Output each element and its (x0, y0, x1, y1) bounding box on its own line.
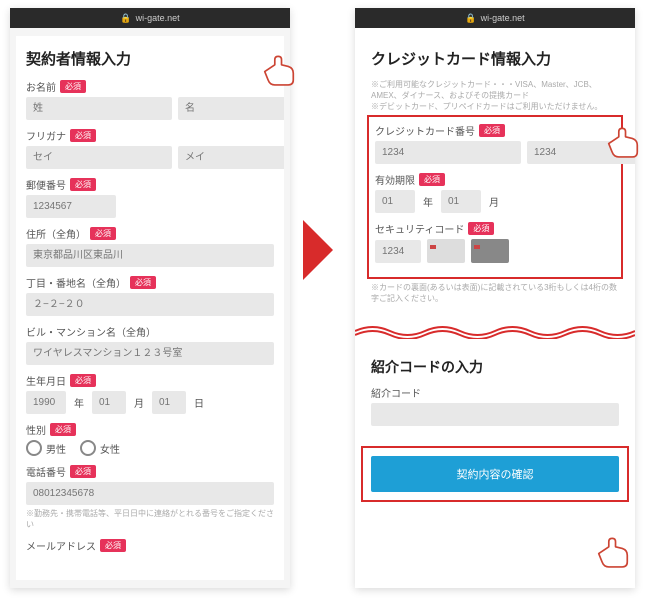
field-name: お名前必須 (26, 79, 274, 120)
referral-input[interactable] (371, 403, 619, 426)
field-dob: 生年月日必須 年 月 日 (26, 373, 274, 414)
kana-givenname-input[interactable] (178, 146, 284, 169)
field-addr2: 丁目・番地名（全角）必須 (26, 275, 274, 316)
surname-input[interactable] (26, 97, 172, 120)
cc-title: クレジットカード情報入力 (371, 48, 619, 69)
card-back-icon (471, 239, 509, 263)
content-break (355, 323, 635, 339)
sex-male-radio[interactable]: 男性 (26, 440, 66, 456)
lock-icon: 🔒 (120, 13, 131, 24)
arrow-icon (303, 220, 333, 280)
tel-note: ※勤務先・携帯電話等、平日日中に連絡がとれる番号をご指定ください (26, 508, 274, 530)
confirm-button[interactable]: 契約内容の確認 (371, 456, 619, 492)
confirm-highlight-box: 契約内容の確認 (361, 446, 629, 502)
tel-input[interactable] (26, 482, 274, 505)
addr2-input[interactable] (26, 293, 274, 316)
required-badge: 必須 (60, 80, 86, 93)
ccnum-1-input[interactable] (375, 141, 521, 164)
lock-icon: 🔒 (465, 13, 476, 24)
field-exp: 有効期限必須 年 月 (375, 172, 615, 213)
field-ccnum: クレジットカード番号必須 (375, 123, 615, 164)
url-text: wi-gate.net (481, 13, 525, 23)
card-front-icon (427, 239, 465, 263)
form-content: クレジットカード情報入力 ※ご利用可能なクレジットカード・・・VISA、Mast… (355, 28, 635, 588)
field-bldg: ビル・マンション名（全角） (26, 324, 274, 365)
field-mail: メールアドレス必須 (26, 538, 274, 553)
dob-day-input[interactable] (152, 391, 186, 414)
field-sex: 性別必須 男性 女性 (26, 422, 274, 456)
page-title: 契約者情報入力 (26, 48, 274, 69)
dob-year-input[interactable] (26, 391, 66, 414)
form-content: 契約者情報入力 お名前必須 フリガナ必須 郵便番号必須 住所（全角）必須 丁目・… (16, 36, 284, 580)
cvv-note: ※カードの裏面(あるいは表面)に記載されている3桁もしくは4桁の数字ご記入くださ… (371, 282, 619, 304)
screen-contractor-info: 🔒 wi-gate.net 契約者情報入力 お名前必須 フリガナ必須 郵便番号必… (10, 8, 290, 588)
field-cvv: セキュリティコード必須 (375, 221, 615, 263)
zip-input[interactable] (26, 195, 116, 218)
givenname-input[interactable] (178, 97, 284, 120)
url-text: wi-gate.net (136, 13, 180, 23)
field-addr: 住所（全角）必須 (26, 226, 274, 267)
dob-month-input[interactable] (92, 391, 126, 414)
address-bar: 🔒 wi-gate.net (355, 8, 635, 28)
address-bar: 🔒 wi-gate.net (10, 8, 290, 28)
cc-note: ※ご利用可能なクレジットカード・・・VISA、Master、JCB、AMEX、ダ… (371, 79, 619, 112)
sex-female-radio[interactable]: 女性 (80, 440, 120, 456)
exp-year-input[interactable] (375, 190, 415, 213)
field-tel: 電話番号必須 ※勤務先・携帯電話等、平日日中に連絡がとれる番号をご指定ください (26, 464, 274, 530)
bldg-input[interactable] (26, 342, 274, 365)
screen-credit-card: 🔒 wi-gate.net クレジットカード情報入力 ※ご利用可能なクレジットカ… (355, 8, 635, 588)
cc-highlight-box: クレジットカード番号必須 有効期限必須 年 月 (367, 115, 623, 279)
exp-month-input[interactable] (441, 190, 481, 213)
addr-input[interactable] (26, 244, 274, 267)
field-zip: 郵便番号必須 (26, 177, 274, 218)
kana-surname-input[interactable] (26, 146, 172, 169)
referral-title: 紹介コードの入力 (371, 357, 619, 377)
cvv-input[interactable] (375, 240, 421, 263)
ccnum-2-input[interactable] (527, 141, 635, 164)
field-kana: フリガナ必須 (26, 128, 274, 169)
